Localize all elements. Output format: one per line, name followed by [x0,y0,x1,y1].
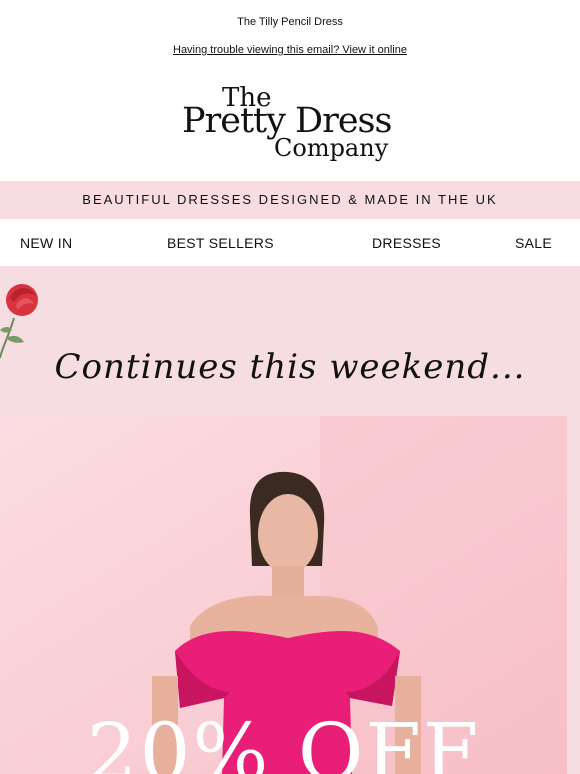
brand-logo[interactable]: The Pretty Dress Company [0,80,580,164]
hero-header: Continues this weekend... [0,266,580,416]
offer-text: 20% OFF [86,706,481,774]
logo-line-3: Company [274,134,389,162]
nav-best-sellers[interactable]: BEST SELLERS [167,235,274,251]
view-online-link-wrap: Having trouble viewing this email? View … [0,44,580,56]
preheader-title: The Tilly Pencil Dress [237,16,343,28]
view-online-link[interactable]: Having trouble viewing this email? View … [173,44,407,56]
hero-side-strip [567,416,580,774]
nav-sale[interactable]: SALE [515,235,552,251]
script-heading: Continues this weekend... [55,347,526,387]
nav-new-in[interactable]: NEW IN [20,235,72,251]
nav-dresses[interactable]: DRESSES [372,235,441,251]
usp-banner: BEAUTIFUL DRESSES DESIGNED & MADE IN THE… [0,181,580,219]
main-nav: NEW IN BEST SELLERS DRESSES SALE [0,220,580,266]
hero-image[interactable]: 20% OFF [0,416,567,774]
